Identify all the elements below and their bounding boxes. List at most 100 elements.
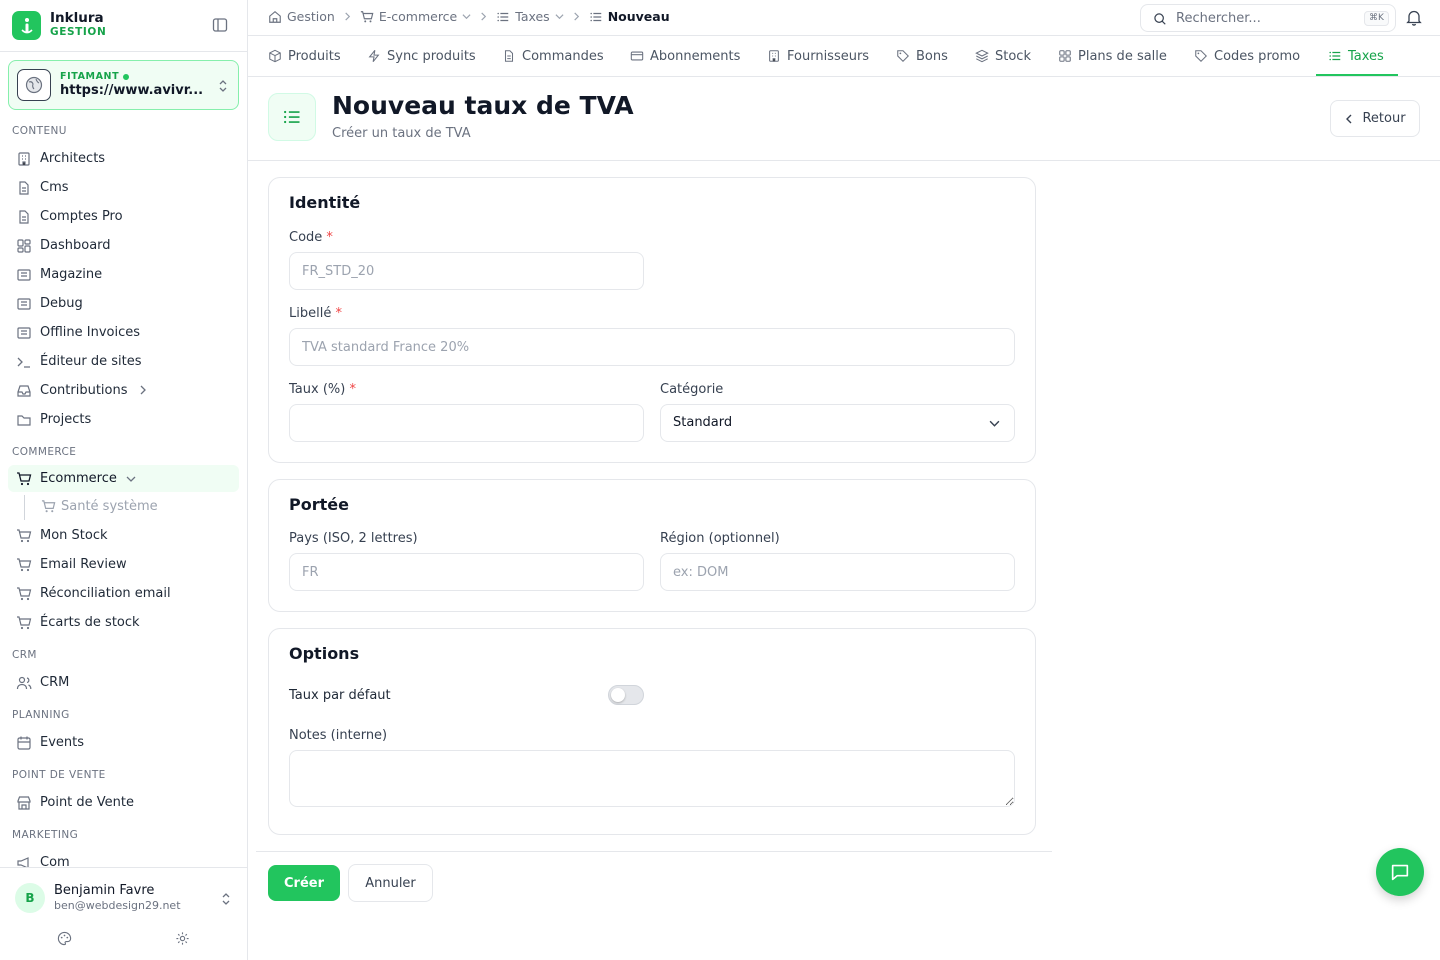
- sidebar-item-debug[interactable]: Debug: [8, 290, 239, 317]
- cart-icon: [16, 557, 32, 573]
- sidebar-item-offline-invoices[interactable]: Offline Invoices: [8, 319, 239, 346]
- categorie-select[interactable]: Standard: [660, 404, 1015, 442]
- sidebar-item-projects[interactable]: Projects: [8, 406, 239, 433]
- chevron-right-icon: [343, 12, 352, 21]
- sidebar-item-comptes-pro[interactable]: Comptes Pro: [8, 203, 239, 230]
- sidebar-item-mon-stock[interactable]: Mon Stock: [8, 522, 239, 549]
- sidebar-item-dashboard[interactable]: Dashboard: [8, 232, 239, 259]
- tab-label: Sync produits: [387, 48, 476, 64]
- site-url: https://www.avivr...: [60, 83, 204, 98]
- code-label: Code *: [289, 230, 333, 245]
- region-input[interactable]: [660, 553, 1015, 591]
- sidebar-item-crm[interactable]: CRM: [8, 669, 239, 696]
- search-placeholder: Rechercher...: [1176, 11, 1261, 26]
- card-title: Options: [289, 644, 360, 663]
- search-input[interactable]: Rechercher... ⌘K: [1140, 4, 1396, 32]
- newspaper-icon: [16, 296, 32, 312]
- sidebar-item-magazine[interactable]: Magazine: [8, 261, 239, 288]
- user-menu[interactable]: B Benjamin Favre ben@webdesign29.net: [0, 867, 247, 960]
- taux-input[interactable]: [289, 404, 644, 442]
- tab-plans-de-salle[interactable]: Plans de salle: [1058, 36, 1167, 76]
- tab-commandes[interactable]: Commandes: [502, 36, 604, 76]
- section-planning: PLANNING: [12, 709, 70, 721]
- code-label-text: Code: [289, 230, 323, 245]
- breadcrumb-item-ecommerce[interactable]: E-commerce: [360, 9, 471, 24]
- breadcrumb-label: Nouveau: [607, 9, 670, 24]
- breadcrumb: Gestion E-commerce Taxes Nouveau: [268, 9, 670, 24]
- bell-icon[interactable]: [1406, 9, 1422, 26]
- sidebar-item-label: Events: [40, 735, 85, 750]
- notes-label: Notes (interne): [289, 728, 388, 743]
- tab-codes-promo[interactable]: Codes promo: [1194, 36, 1300, 76]
- list-icon: [496, 10, 510, 24]
- cart-icon: [16, 586, 32, 602]
- toggle-knob: [611, 688, 625, 702]
- identity-card: Identité Code * Libellé * Taux (%) * Cat…: [268, 177, 1036, 463]
- sidebar-item-label: Ecommerce: [40, 471, 117, 486]
- sidebar: Inklura GESTION FITAMANT https://www.avi…: [0, 0, 248, 960]
- sidebar-item-events[interactable]: Events: [8, 729, 239, 756]
- default-rate-toggle[interactable]: [608, 685, 644, 705]
- categorie-value: Standard: [673, 415, 733, 430]
- tab-produits[interactable]: Produits: [268, 36, 341, 76]
- sidebar-item-ecommerce[interactable]: Ecommerce: [8, 465, 239, 492]
- sidebar-item-com[interactable]: Com: [8, 849, 239, 868]
- sidebar-item-sante-systeme[interactable]: Santé système: [8, 493, 239, 520]
- chat-button[interactable]: [1376, 848, 1424, 896]
- globe-icon: [17, 69, 51, 101]
- sidebar-item-label: Offline Invoices: [40, 325, 141, 340]
- sidebar-item-editeur-de-sites[interactable]: Éditeur de sites: [8, 348, 239, 375]
- palette-icon[interactable]: [57, 931, 72, 946]
- section-commerce: COMMERCE: [12, 446, 77, 458]
- user-email: ben@webdesign29.net: [54, 899, 181, 912]
- sidebar-item-label: Email Review: [40, 557, 127, 572]
- default-rate-label: Taux par défaut: [289, 688, 391, 703]
- brand-logo-icon[interactable]: [12, 11, 41, 40]
- required-mark: *: [335, 306, 342, 321]
- sidebar-toggle-icon[interactable]: [212, 17, 228, 33]
- sidebar-item-label: Écarts de stock: [40, 615, 140, 630]
- site-tag: FITAMANT: [60, 71, 130, 82]
- tab-label: Codes promo: [1214, 48, 1301, 64]
- create-button[interactable]: Créer: [268, 865, 340, 901]
- libelle-label-text: Libellé: [289, 306, 332, 321]
- pays-input[interactable]: [289, 553, 644, 591]
- breadcrumb-item-taxes[interactable]: Taxes: [496, 9, 564, 24]
- notes-textarea[interactable]: [289, 750, 1015, 807]
- breadcrumb-item-gestion[interactable]: Gestion: [268, 9, 335, 24]
- list-icon: [1328, 49, 1342, 63]
- tag-icon: [1194, 49, 1208, 63]
- sidebar-item-reconciliation-email[interactable]: Réconciliation email: [8, 580, 239, 607]
- back-button[interactable]: Retour: [1330, 100, 1420, 137]
- tab-bons[interactable]: Bons: [896, 36, 948, 76]
- tab-taxes[interactable]: Taxes: [1328, 36, 1384, 76]
- site-tag-label: FITAMANT: [60, 71, 120, 82]
- tab-fournisseurs[interactable]: Fournisseurs: [767, 36, 869, 76]
- tab-sync-produits[interactable]: Sync produits: [367, 36, 476, 76]
- libelle-input[interactable]: [289, 328, 1015, 366]
- chevron-down-icon: [989, 418, 1000, 429]
- search-icon: [1153, 12, 1167, 26]
- section-marketing: MARKETING: [12, 829, 79, 841]
- sidebar-item-point-de-vente[interactable]: Point de Vente: [8, 789, 239, 816]
- cart-icon: [360, 10, 374, 24]
- back-button-label: Retour: [1362, 111, 1406, 126]
- page-header: Nouveau taux de TVA Créer un taux de TVA…: [248, 78, 1440, 161]
- sidebar-item-architects[interactable]: Architects: [8, 145, 239, 172]
- code-input[interactable]: [289, 252, 644, 290]
- sidebar-item-ecarts-de-stock[interactable]: Écarts de stock: [8, 609, 239, 636]
- tab-abonnements[interactable]: Abonnements: [630, 36, 740, 76]
- sidebar-item-cms[interactable]: Cms: [8, 174, 239, 201]
- gear-icon[interactable]: [175, 931, 190, 946]
- tab-stock[interactable]: Stock: [975, 36, 1031, 76]
- file-icon: [16, 180, 32, 196]
- section-contenu: CONTENU: [12, 125, 67, 137]
- site-switcher[interactable]: FITAMANT https://www.avivr...: [8, 60, 239, 110]
- sidebar-item-email-review[interactable]: Email Review: [8, 551, 239, 578]
- libelle-label: Libellé *: [289, 306, 342, 321]
- sidebar-item-contributions[interactable]: Contributions: [8, 377, 239, 404]
- message-square-icon: [1389, 861, 1411, 883]
- cancel-button[interactable]: Annuler: [348, 864, 433, 902]
- required-mark: *: [326, 230, 333, 245]
- brand: Inklura GESTION: [0, 0, 248, 52]
